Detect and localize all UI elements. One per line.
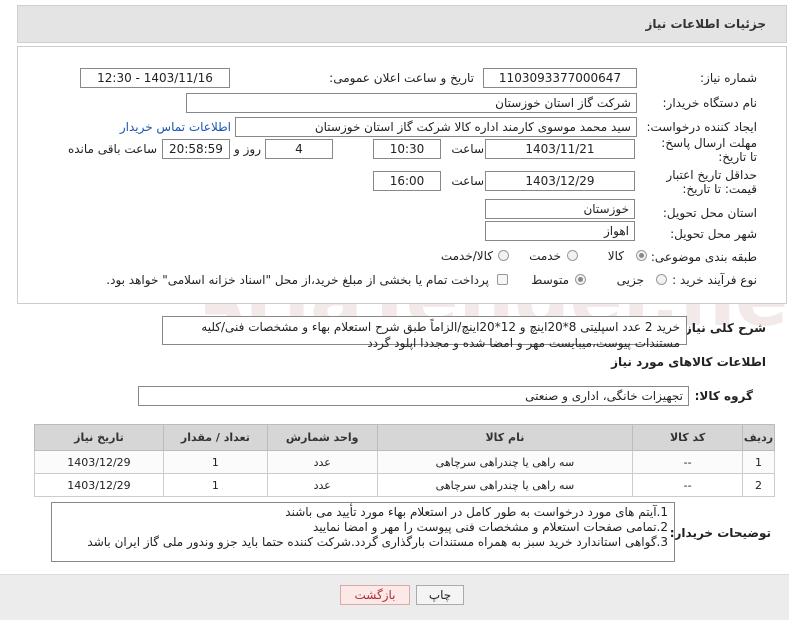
items-table-header: ردیف کد کالا نام کالا واحد شمارش تعداد /… (34, 424, 775, 451)
treasury-payment-note: پرداخت تمام یا بخشی از مبلغ خرید،از محل … (106, 273, 489, 287)
deadline-date-field: 1403/11/21 (485, 139, 635, 159)
price-validity-label: حداقل تاریخ اعتبار قیمت: تا تاریخ: (666, 168, 757, 196)
buyer-org-field: شرکت گاز استان خوزستان (186, 93, 637, 113)
cell-row-number: 1 (742, 450, 775, 474)
page-header: جزئیات اطلاعات نیاز (17, 5, 787, 43)
process-option-medium: متوسط (531, 273, 569, 287)
col-header-quantity: تعداد / مقدار (162, 424, 268, 451)
col-header-row-number: ردیف (742, 424, 775, 451)
deadline-days-field: 4 (265, 139, 333, 159)
announce-label: تاریخ و ساعت اعلان عمومی: (329, 71, 474, 85)
goods-group-label: گروه کالا: (694, 389, 753, 403)
buyer-org-label: نام دستگاه خریدار: (662, 96, 758, 110)
deadline-label: مهلت ارسال پاسخ: تا تاریخ: (661, 136, 757, 164)
cell-item-code: -- (632, 473, 744, 497)
buyer-notes-field: 1.آیتم های مورد درخواست به طور کامل در ا… (51, 502, 675, 562)
process-label: نوع فرآیند خرید : (672, 273, 757, 287)
category-label: طبقه بندی موضوعی: (650, 250, 757, 264)
cell-item-code: -- (632, 450, 744, 474)
cell-quantity: 1 (162, 473, 268, 497)
table-row: 1 -- سه راهی یا چندراهی سرچاهی عدد 1 140… (34, 450, 775, 474)
page-title: جزئیات اطلاعات نیاز (645, 17, 766, 31)
category-radio-service[interactable] (567, 250, 578, 261)
province-field: خوزستان (485, 199, 635, 219)
deadline-days-label: روز و (234, 142, 261, 156)
city-label: شهر محل تحویل: (670, 227, 757, 241)
cell-need-date: 1403/12/29 (34, 473, 164, 497)
cell-quantity: 1 (162, 450, 268, 474)
process-radio-minor[interactable] (656, 274, 667, 285)
buyer-note-line: 3.گواهی استاندارد خرید سبز به همراه مستن… (87, 535, 668, 549)
requester-label: ایجاد کننده درخواست: (646, 120, 757, 134)
need-number-label: شماره نیاز: (700, 71, 757, 85)
price-validity-date-field: 1403/12/29 (485, 171, 635, 191)
category-option-service: خدمت (529, 249, 561, 263)
buyer-note-line: 1.آیتم های مورد درخواست به طور کامل در ا… (285, 505, 668, 519)
city-field: اهواز (485, 221, 635, 241)
deadline-time-label: ساعت (451, 142, 484, 156)
price-validity-time-label: ساعت (451, 174, 484, 188)
process-radio-medium[interactable] (575, 274, 586, 285)
need-details-page: AriaTender.net جزئیات اطلاعات نیاز شماره… (0, 0, 789, 620)
goods-group-field: تجهیزات خانگی، اداری و صنعتی (138, 386, 689, 406)
buyer-notes-label: توضیحات خریدار: (669, 526, 771, 540)
buyer-contact-link[interactable]: اطلاعات تماس خریدار (120, 120, 231, 134)
back-button[interactable]: بازگشت (340, 585, 410, 605)
items-table: ردیف کد کالا نام کالا واحد شمارش تعداد /… (34, 424, 775, 497)
page-footer: چاپ بازگشت (0, 574, 789, 620)
remaining-time-field: 20:58:59 (162, 139, 230, 159)
cell-need-date: 1403/12/29 (34, 450, 164, 474)
print-button[interactable]: چاپ (416, 585, 464, 605)
category-radio-goods-service[interactable] (498, 250, 509, 261)
cell-item-name: سه راهی یا چندراهی سرچاهی (376, 473, 634, 497)
cell-row-number: 2 (742, 473, 775, 497)
requester-field: سید محمد موسوی کارمند اداره کالا شرکت گا… (235, 117, 637, 137)
col-header-item-name: نام کالا (376, 424, 634, 451)
cell-unit: عدد (266, 473, 378, 497)
province-label: استان محل تحویل: (662, 206, 757, 220)
need-number-field: 1103093377000647 (483, 68, 637, 88)
col-header-need-date: تاریخ نیاز (34, 424, 164, 451)
col-header-item-code: کد کالا (632, 424, 744, 451)
buyer-note-line: 2.تمامی صفحات استعلام و مشخصات فنی پیوست… (312, 520, 668, 534)
general-desc-label: شرح کلی نیاز: (680, 321, 766, 335)
category-radio-goods[interactable] (636, 250, 647, 261)
category-option-goods-service: کالا/خدمت (440, 249, 493, 263)
category-option-goods: کالا (607, 249, 624, 263)
process-option-minor: جزیی (616, 273, 644, 287)
general-desc-field: خرید 2 عدد اسپلیتی 8*20اینچ و 12*20اینچ/… (162, 316, 687, 350)
deadline-time-field: 10:30 (373, 139, 441, 159)
items-section-title: اطلاعات کالاهای مورد نیاز (611, 355, 766, 369)
announce-field: 1403/11/16 - 12:30 (80, 68, 230, 88)
table-row: 2 -- سه راهی یا چندراهی سرچاهی عدد 1 140… (34, 473, 775, 497)
cell-unit: عدد (266, 450, 378, 474)
price-validity-time-field: 16:00 (373, 171, 441, 191)
col-header-unit: واحد شمارش (266, 424, 378, 451)
treasury-payment-checkbox[interactable] (497, 274, 508, 285)
cell-item-name: سه راهی یا چندراهی سرچاهی (376, 450, 634, 474)
remaining-time-label: ساعت باقی مانده (67, 142, 157, 156)
